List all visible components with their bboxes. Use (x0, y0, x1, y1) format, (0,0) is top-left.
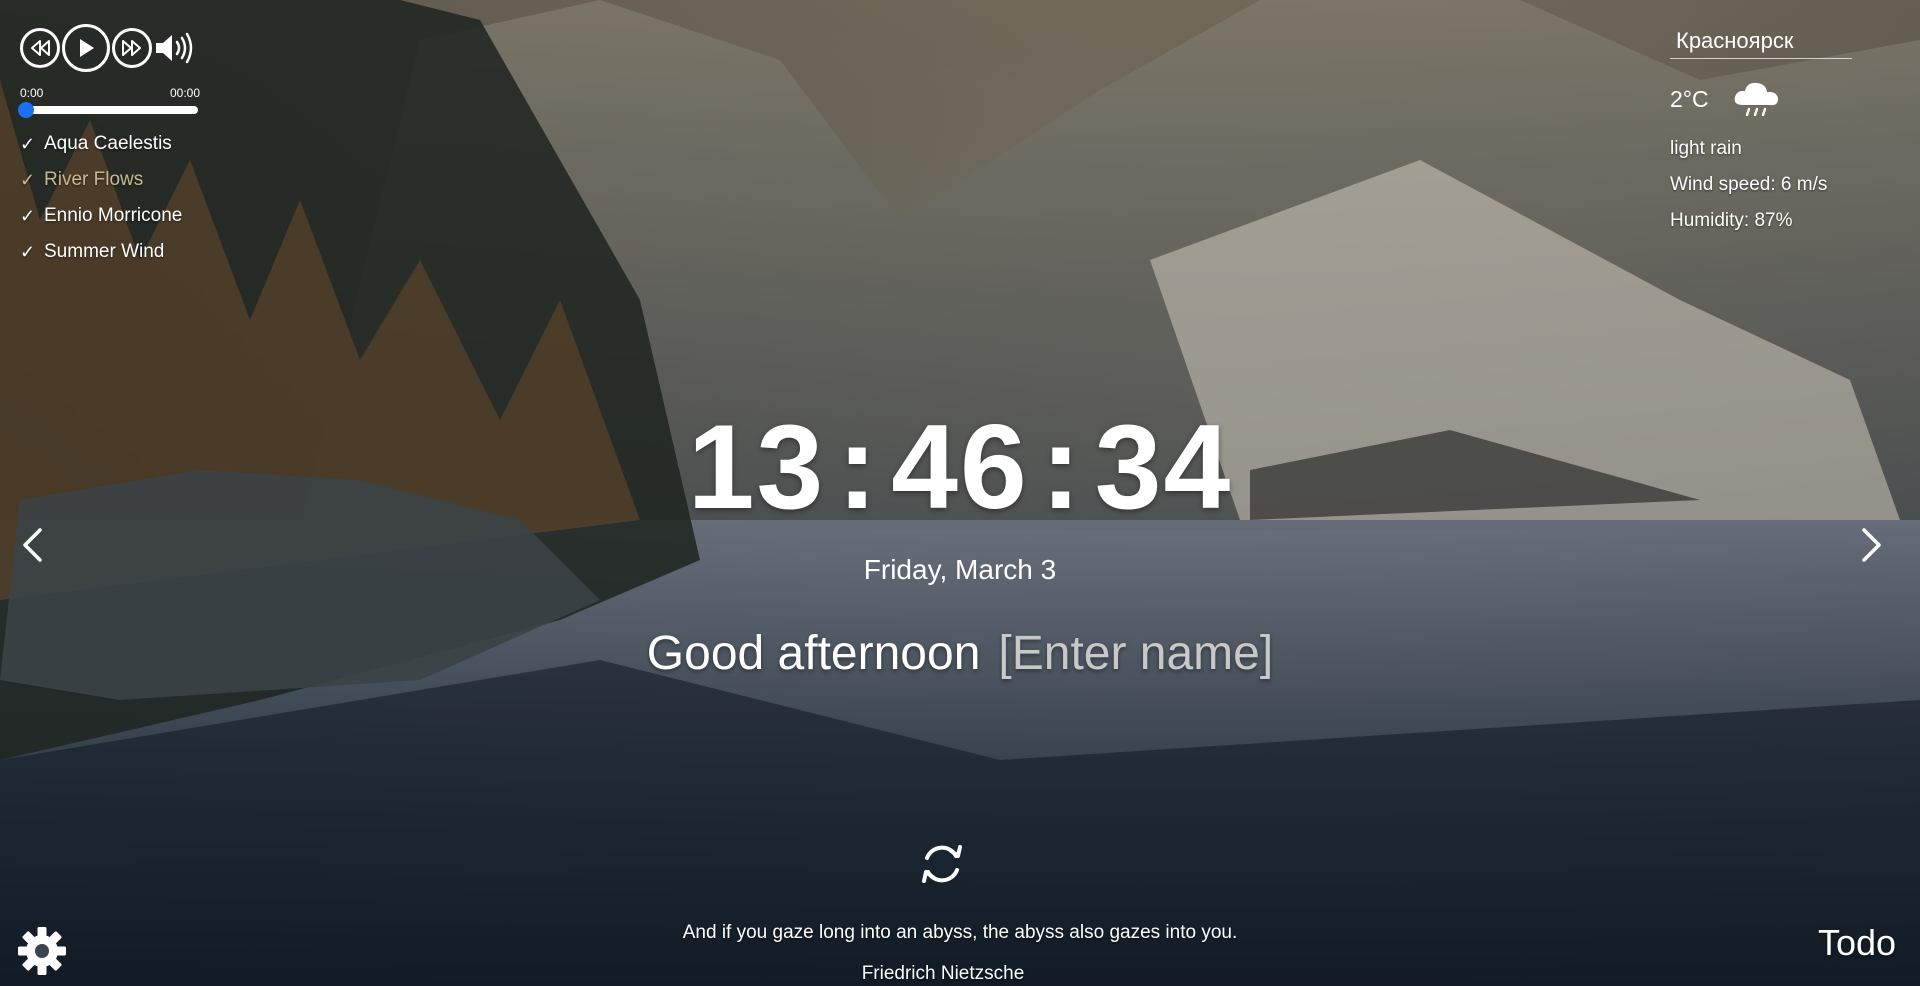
change-quote-button[interactable] (918, 840, 968, 890)
checkmark-icon: ✓ (20, 206, 36, 226)
clock-minutes: 46 (891, 400, 1029, 534)
date-display: Friday, March 3 (863, 554, 1057, 585)
settings-button[interactable] (16, 925, 68, 977)
track-title: River Flows (44, 169, 144, 190)
gear-icon (18, 927, 66, 975)
fast-forward-button[interactable] (112, 28, 152, 68)
volume-icon (156, 32, 193, 64)
greeting-text: Good afternoon (646, 627, 981, 680)
chevron-right-icon (1862, 528, 1881, 562)
audio-player: 0:00 00:00 ✓ Aqua Caelestis ✓ River Flows … (18, 24, 210, 270)
checkmark-icon: ✓ (20, 242, 36, 262)
play-icon (80, 39, 94, 57)
name-input[interactable]: [Enter name] (998, 627, 1273, 680)
progress-thumb[interactable] (18, 102, 34, 118)
next-background-button[interactable] (1852, 520, 1892, 570)
clock-separator: : (837, 400, 880, 534)
refresh-icon (922, 845, 962, 883)
playlist-item[interactable]: ✓ Summer Wind (20, 234, 210, 270)
humidity: Humidity: 87% (1670, 210, 1793, 231)
todo-button[interactable]: Todo (1818, 922, 1896, 964)
temperature: 2°C (1670, 85, 1709, 112)
checkmark-icon: ✓ (20, 170, 36, 190)
clock-separator: : (1040, 400, 1083, 534)
duration-time: 00:00 (169, 86, 200, 100)
wind-speed: Wind speed: 6 m/s (1670, 174, 1828, 195)
play-button[interactable] (62, 24, 110, 72)
rewind-button[interactable] (20, 28, 60, 68)
greeting: Good afternoon [Enter name] (0, 626, 1920, 681)
track-title: Aqua Caelestis (44, 133, 172, 154)
playlist: ✓ Aqua Caelestis ✓ River Flows ✓ Ennio Morr… (20, 126, 210, 270)
fast-forward-icon (122, 40, 141, 56)
rewind-icon (31, 40, 50, 56)
track-title: Ennio Morricone (44, 205, 183, 226)
weather-description: light rain (1670, 138, 1742, 159)
player-controls (20, 24, 210, 72)
playlist-item[interactable]: ✓ Aqua Caelestis (20, 126, 210, 162)
track-title: Summer Wind (44, 241, 165, 262)
quote-text: And if you gaze long into an abyss, the … (682, 922, 1238, 943)
clock-seconds: 34 (1094, 400, 1233, 534)
playlist-item[interactable]: ✓ Ennio Morricone (20, 198, 210, 234)
clock-hours: 13 (687, 400, 826, 534)
current-time: 0:00 (20, 86, 44, 100)
volume-button[interactable] (154, 28, 198, 68)
city-input[interactable]: Красноярск (1670, 28, 1852, 59)
progress-bar[interactable] (18, 102, 198, 118)
weather-widget: Красноярск 2°C light rain Wind speed: 6 … (1670, 28, 1920, 233)
checkmark-icon: ✓ (20, 134, 36, 154)
clock: 13:46:34 (0, 398, 1920, 536)
quote-author: Friedrich Nietzsche (861, 963, 1025, 984)
prev-background-button[interactable] (12, 520, 52, 570)
chevron-left-icon (23, 528, 42, 562)
playlist-item[interactable]: ✓ River Flows (20, 162, 210, 198)
rain-cloud-icon (1734, 82, 1778, 117)
